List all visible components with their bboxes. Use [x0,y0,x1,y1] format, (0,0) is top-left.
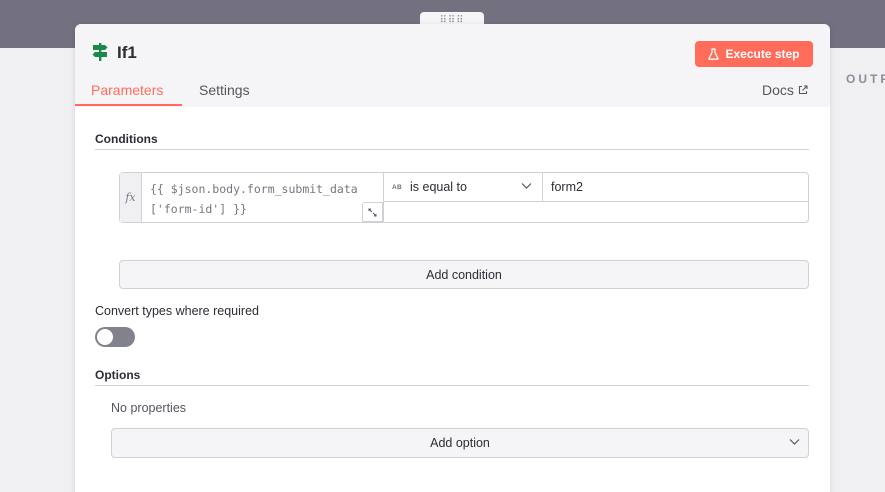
options-title: Options [95,368,141,382]
active-tab-indicator [75,104,182,106]
tab-parameters[interactable]: Parameters [91,82,163,98]
expression-fx-badge: fx [120,173,142,222]
expand-icon [368,208,377,216]
panel-header: If1 Execute step Parameters Settings Doc… [75,24,830,107]
open-expression-editor-button[interactable] [362,202,383,222]
conditions-divider [95,149,809,150]
left-value-expression[interactable]: {{ $json.body.form_submit_data ['form-id… [150,179,382,219]
add-option-label: Add option [430,436,490,450]
options-divider [95,385,809,386]
signpost-icon [92,43,108,61]
external-link-icon [798,85,808,95]
row-divider [384,201,809,202]
flask-icon [708,48,720,60]
node-title[interactable]: If1 [117,43,137,63]
expression-line: {{ $json.body.form_submit_data [150,182,358,196]
operator-value: is equal to [410,180,467,194]
chevron-down-icon [521,183,532,189]
no-properties-text: No properties [111,401,187,415]
string-type-badge: AB [392,183,402,191]
execute-step-button[interactable]: Execute step [695,41,813,67]
right-value-input[interactable]: form2 [543,173,809,201]
convert-types-toggle[interactable] [95,327,135,347]
tab-settings[interactable]: Settings [199,82,250,98]
condition-row: fx {{ $json.body.form_submit_data ['form… [119,172,809,223]
convert-types-label: Convert types where required [95,304,259,318]
add-option-dropdown[interactable]: Add option [111,428,809,458]
add-condition-button[interactable]: Add condition [119,260,809,289]
chevron-down-icon [789,439,800,445]
node-settings-panel: If1 Execute step Parameters Settings Doc… [75,24,830,492]
docs-label: Docs [762,82,794,98]
execute-step-label: Execute step [725,47,800,61]
docs-link[interactable]: Docs [762,82,808,98]
expression-line: ['form-id'] }} [150,202,247,216]
conditions-title: Conditions [95,132,158,146]
output-panel-label: OUTPUT [846,72,885,86]
toggle-knob [97,329,113,345]
operator-select[interactable]: AB is equal to [384,173,542,201]
